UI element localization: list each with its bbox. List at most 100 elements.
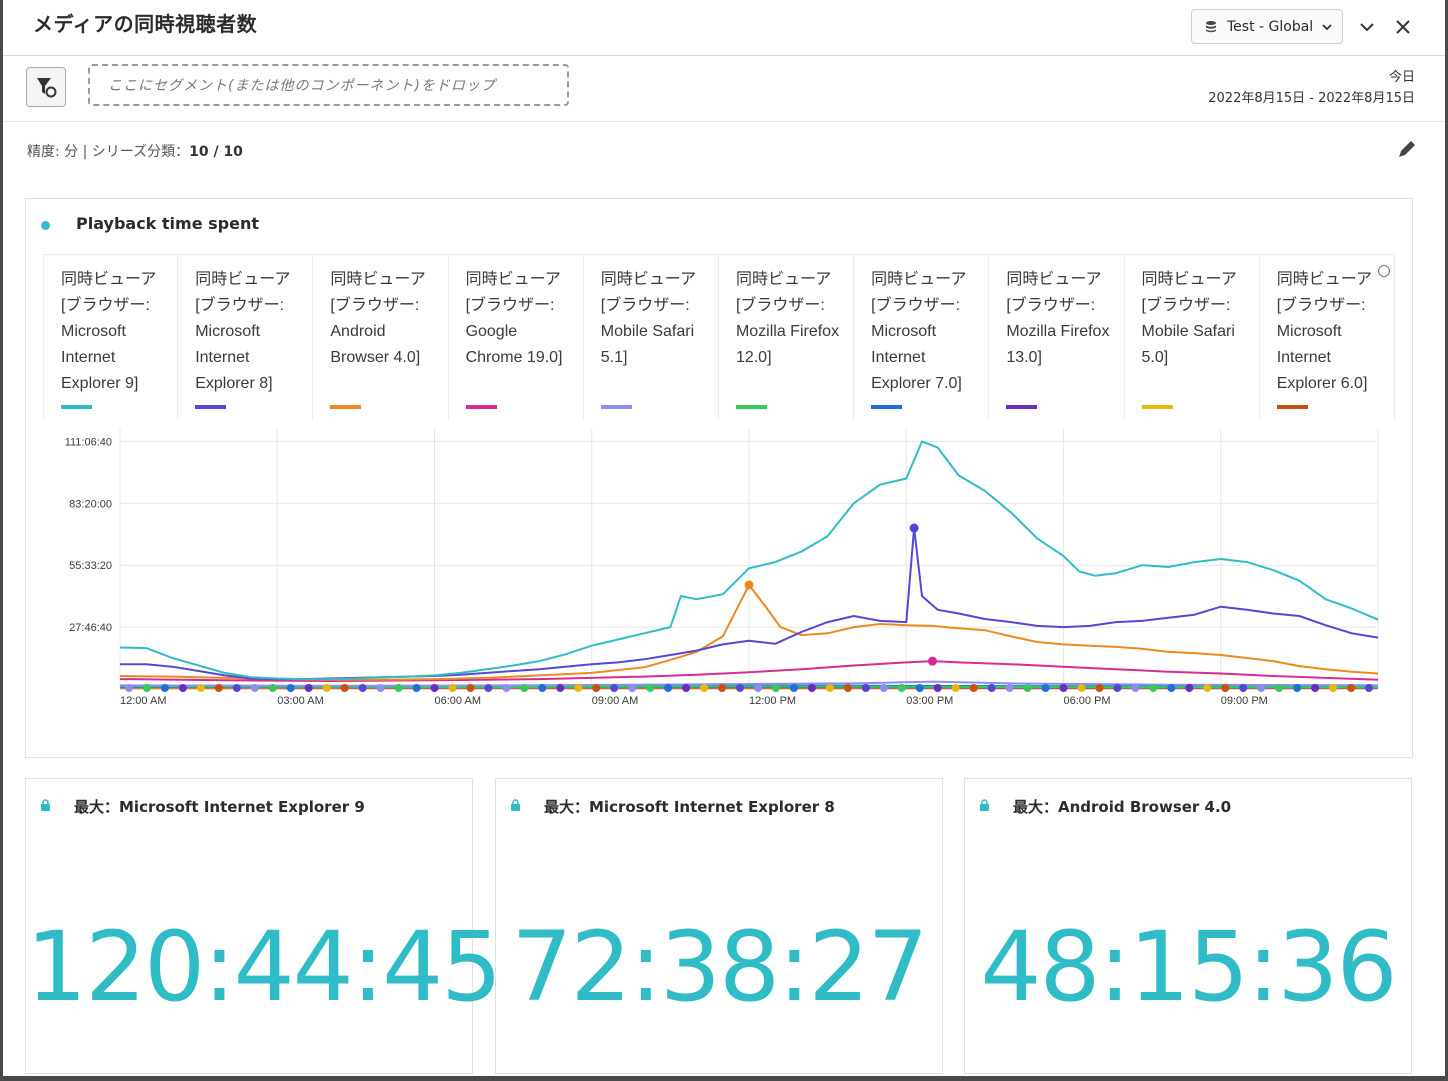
legend-item[interactable]: 同時ビューア [ブラウザー: Microsoft Internet Explor… (43, 255, 179, 420)
peak-marker (927, 656, 937, 666)
data-point-marker (610, 684, 619, 692)
data-point-marker (718, 684, 727, 692)
data-point-marker (1113, 684, 1122, 692)
date-range[interactable]: 2022年8月15日 - 2022年8月15日 (1208, 87, 1415, 106)
y-tick-label: 55:33:20 (69, 560, 112, 572)
data-point-marker (987, 684, 996, 692)
kpi-value: 120:44:45 (26, 911, 502, 1023)
data-point-marker (951, 684, 960, 692)
legend-label: 同時ビューア [ブラウザー: Microsoft Internet Explor… (61, 271, 157, 392)
legend-item[interactable]: 同時ビューア [ブラウザー: Mozilla Firefox 12.0] (719, 255, 855, 420)
legend-item[interactable]: 同時ビューア [ブラウザー: Mozilla Firefox 13.0] (989, 255, 1125, 420)
legend-label: 同時ビューア [ブラウザー: Mobile Safari 5.0] (1141, 271, 1237, 366)
legend-swatch (600, 405, 632, 409)
data-point-marker (304, 684, 313, 692)
data-point-marker (358, 684, 367, 692)
close-icon[interactable] (1393, 17, 1413, 37)
data-point-marker (1167, 684, 1176, 692)
data-point-marker (969, 684, 978, 692)
data-point-marker (933, 684, 942, 692)
x-tick-label: 12:00 PM (749, 695, 796, 707)
peak-marker (744, 580, 754, 590)
data-point-marker (286, 684, 295, 692)
report-suite-dropdown[interactable]: Test - Global (1191, 9, 1343, 44)
data-point-marker (897, 684, 906, 692)
legend-item[interactable]: 同時ビューア [ブラウザー: Android Browser 4.0] (313, 255, 449, 420)
legend-swatch (465, 405, 497, 409)
data-point-marker (1347, 684, 1356, 692)
data-point-marker (1221, 684, 1230, 692)
legend-item[interactable]: 同時ビューア [ブラウザー: Microsoft Internet Explor… (854, 255, 990, 420)
x-tick-label: 12:00 AM (120, 695, 166, 707)
collapse-panel-icon[interactable] (1357, 17, 1377, 37)
x-tick-label: 06:00 AM (435, 695, 481, 707)
data-point-marker (1293, 684, 1302, 692)
segment-filter-button[interactable] (26, 67, 66, 107)
lock-icon (41, 799, 50, 811)
data-point-marker (556, 684, 565, 692)
data-point-marker (376, 684, 385, 692)
metric-color-dot (41, 221, 50, 230)
data-point-marker (1077, 684, 1086, 692)
date-preset-label[interactable]: 今日 (1389, 66, 1415, 85)
line-chart-plot: 12:00 AM 03:00 AM 06:00 AM 09:00 AM 12:00 PM… (65, 429, 1379, 707)
data-point-marker (628, 684, 637, 692)
legend-more-icon[interactable] (1377, 265, 1390, 277)
data-point-marker (1185, 684, 1194, 692)
segment-drop-zone[interactable]: ここにセグメント(または他のコンポーネント)をドロップ (88, 64, 569, 106)
data-point-marker (861, 684, 870, 692)
legend-label: 同時ビューア [ブラウザー: Microsoft Internet Explor… (871, 271, 967, 392)
data-point-marker (574, 684, 583, 692)
data-point-marker (1239, 684, 1248, 692)
database-icon (1206, 20, 1216, 32)
legend-item[interactable]: 同時ビューア [ブラウザー: Google Chrome 19.0] (449, 255, 584, 420)
data-point-marker (843, 684, 852, 692)
legend-label: 同時ビューア [ブラウザー: Android Browser 4.0] (330, 271, 426, 366)
x-tick-label: 03:00 AM (277, 695, 323, 707)
x-tick-label: 09:00 PM (1221, 695, 1268, 707)
pencil-icon[interactable] (1396, 138, 1418, 160)
kpi-card: 最大：Microsoft Internet Explorer 9 120:44:… (25, 778, 502, 1074)
chevron-down-icon (1322, 23, 1332, 30)
kpi-value: 72:38:27 (511, 911, 928, 1023)
legend-swatch (871, 405, 903, 409)
legend-swatch (735, 405, 767, 409)
data-point-marker (448, 684, 457, 692)
legend-item[interactable]: 同時ビューア [ブラウザー: Mobile Safari 5.1] (584, 255, 719, 420)
data-point-marker (412, 684, 421, 692)
data-point-marker (736, 684, 745, 692)
data-point-marker (142, 684, 151, 692)
legend-item[interactable]: 同時ビューア [ブラウザー: Microsoft Internet Explor… (1260, 255, 1395, 420)
y-tick-label: 27:46:40 (69, 622, 112, 634)
data-point-marker (484, 684, 493, 692)
data-point-marker (1041, 684, 1050, 692)
legend-label: 同時ビューア [ブラウザー: Mozilla Firefox 13.0] (1006, 271, 1110, 366)
legend-label: 同時ビューア [ブラウザー: Microsoft Internet Explor… (195, 271, 291, 392)
y-tick-label: 83:20:00 (69, 498, 112, 510)
data-point-marker (1095, 684, 1104, 692)
legend-item[interactable]: 同時ビューア [ブラウザー: Mobile Safari 5.0] (1125, 255, 1260, 420)
chart-title: Playback time spent (76, 214, 259, 233)
legend-item[interactable]: 同時ビューア [ブラウザー: Microsoft Internet Explor… (178, 255, 314, 420)
kpi-label: 最大：Microsoft Internet Explorer 9 (74, 798, 365, 816)
data-point-marker (825, 684, 834, 692)
data-point-marker (250, 684, 259, 692)
data-point-marker (700, 684, 709, 692)
legend-label: 同時ビューア [ブラウザー: Google Chrome 19.0] (465, 271, 563, 366)
data-point-marker (753, 684, 762, 692)
data-point-marker (1149, 684, 1158, 692)
legend-label: 同時ビューア [ブラウザー: Microsoft Internet Explor… (1276, 271, 1373, 392)
data-point-marker (502, 684, 511, 692)
data-point-marker (1005, 684, 1014, 692)
kpi-card: 最大：Microsoft Internet Explorer 8 72:38:2… (495, 778, 943, 1074)
x-tick-label: 03:00 PM (906, 695, 953, 707)
data-point-marker (915, 684, 924, 692)
legend-label: 同時ビューア [ブラウザー: Mobile Safari 5.1] (600, 271, 697, 366)
data-point-marker (1329, 684, 1338, 692)
data-point-marker (538, 684, 547, 692)
data-point-marker (520, 684, 529, 692)
data-point-marker (124, 684, 133, 692)
data-point-marker (1203, 684, 1212, 692)
panel-title: メディアの同時視聴者数 (33, 12, 258, 36)
data-point-marker (322, 684, 331, 692)
